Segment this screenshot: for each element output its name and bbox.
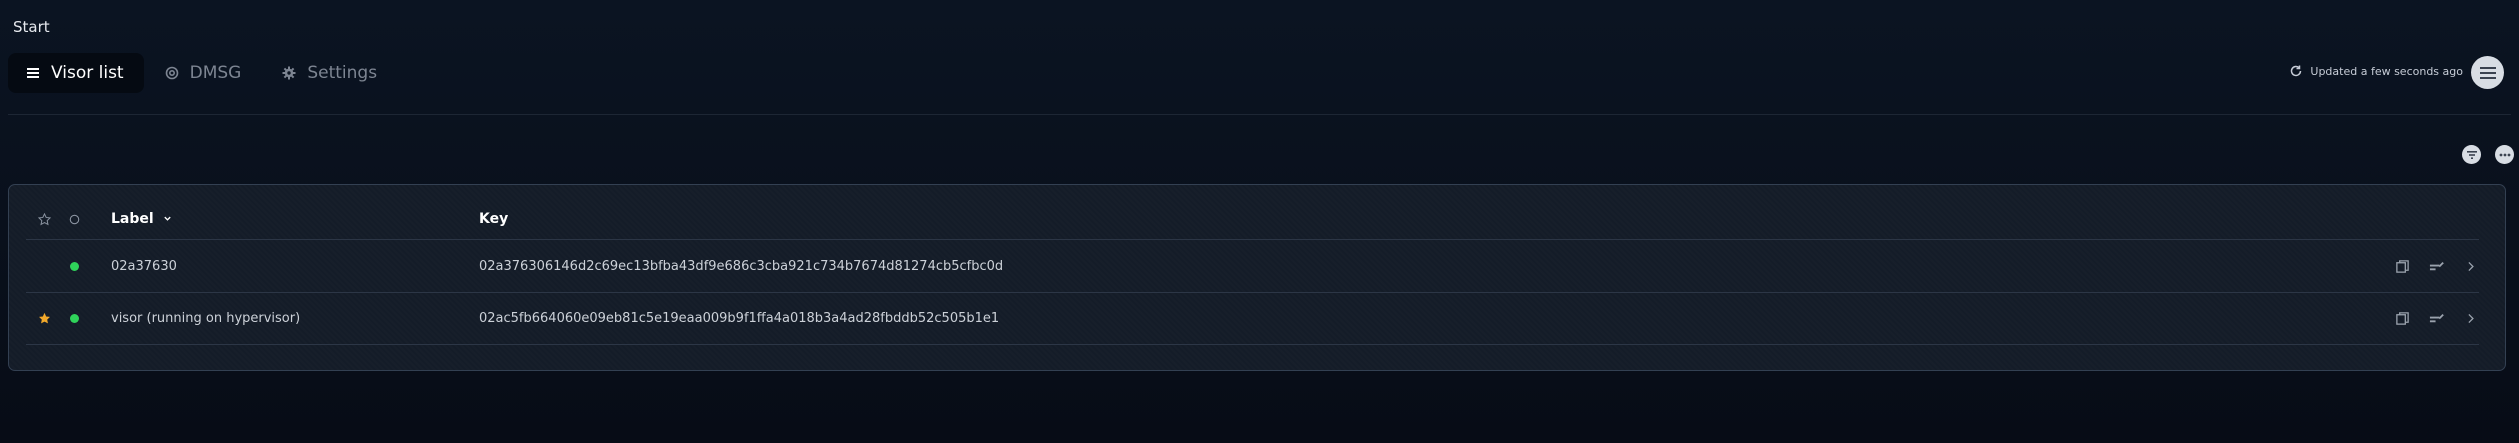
update-status[interactable]: Updated a few seconds ago xyxy=(2289,64,2463,78)
table-row[interactable]: 02a37630 02a376306146d2c69ec13bfba43df9e… xyxy=(26,239,2479,292)
star-filled-icon[interactable] xyxy=(36,312,52,325)
chevron-right-icon[interactable] xyxy=(2461,257,2479,275)
visor-key: 02a376306146d2c69ec13bfba43df9e686c3cba9… xyxy=(479,258,1004,274)
filter-icon xyxy=(2466,150,2477,159)
gear-icon xyxy=(281,65,297,81)
label-header-text: Label xyxy=(111,211,154,227)
online-status-dot xyxy=(68,314,80,323)
at-icon xyxy=(164,65,180,81)
copy-icon[interactable] xyxy=(2393,310,2411,328)
visor-label: visor (running on hypervisor) xyxy=(111,311,301,326)
status-text: Updated a few seconds ago xyxy=(2310,64,2463,78)
chevron-down-icon xyxy=(163,216,171,221)
tab-bar: Visor list DMSG Settings xyxy=(8,53,397,93)
edit-label-icon[interactable] xyxy=(2427,310,2445,328)
row-actions xyxy=(2377,310,2479,328)
divider xyxy=(8,114,2511,115)
status-circle-icon[interactable] xyxy=(68,214,80,225)
filter-button[interactable] xyxy=(2462,145,2481,164)
list-icon xyxy=(25,65,41,81)
online-status-dot xyxy=(68,261,80,271)
table-header: Label Key xyxy=(26,207,2479,231)
table-row[interactable]: visor (running on hypervisor) 02ac5fb664… xyxy=(26,292,2479,345)
copy-icon[interactable] xyxy=(2393,257,2411,275)
breadcrumb: Start xyxy=(13,18,50,36)
key-column-header[interactable]: Key xyxy=(479,211,508,227)
tab-label: Visor list xyxy=(51,63,124,83)
visor-label: 02a37630 xyxy=(111,258,177,274)
star-outline-icon[interactable] xyxy=(36,212,52,226)
tab-settings[interactable]: Settings xyxy=(261,53,397,93)
tab-label: Settings xyxy=(307,63,378,83)
chevron-right-icon[interactable] xyxy=(2461,310,2479,328)
label-column-header[interactable]: Label xyxy=(111,211,172,227)
tab-dmsg[interactable]: DMSG xyxy=(144,53,262,93)
edit-label-icon[interactable] xyxy=(2427,257,2445,275)
tab-visor-list[interactable]: Visor list xyxy=(8,53,144,93)
menu-button[interactable] xyxy=(2471,56,2504,89)
visor-key: 02ac5fb664060e09eb81c5e19eaa009b9f1ffa4a… xyxy=(479,311,1000,326)
more-dots-icon xyxy=(2499,153,2510,156)
row-actions xyxy=(2377,257,2479,275)
tab-label: DMSG xyxy=(189,63,242,83)
visor-table: Label Key 02a37630 02a376306146d2c69ec13… xyxy=(8,184,2506,371)
hamburger-icon xyxy=(2479,66,2496,79)
more-options-button[interactable] xyxy=(2495,145,2514,164)
refresh-icon xyxy=(2289,64,2303,78)
